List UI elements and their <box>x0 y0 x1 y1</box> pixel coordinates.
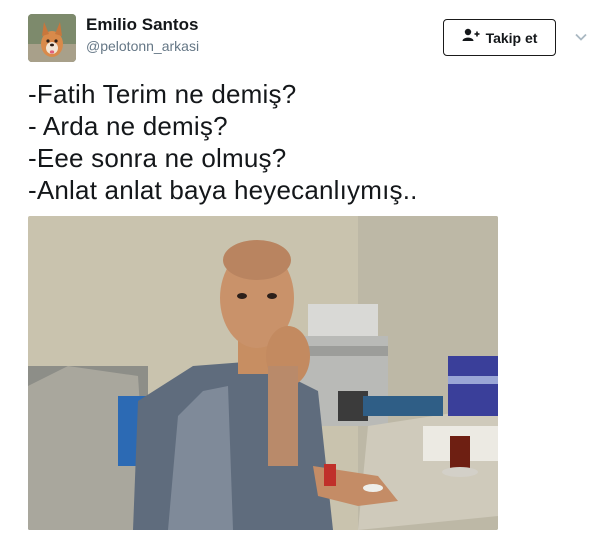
tweet-line: -Fatih Terim ne demiş? <box>28 79 297 109</box>
tweet-line: -Anlat anlat baya heyecanlıymış.. <box>28 175 418 205</box>
tweet-line: -Eee sonra ne olmuş? <box>28 143 287 173</box>
avatar[interactable] <box>28 14 76 62</box>
tweet-text: -Fatih Terim ne demiş? - Arda ne demiş? … <box>28 78 588 206</box>
user-name[interactable]: Emilio Santos <box>86 15 198 35</box>
tweet-line: - Arda ne demiş? <box>28 111 228 141</box>
follow-button[interactable]: Takip et <box>443 19 556 56</box>
follow-label: Takip et <box>485 29 538 46</box>
add-user-icon <box>462 28 480 47</box>
chevron-down-icon[interactable] <box>574 30 588 44</box>
user-handle[interactable]: @pelotonn_arkasi <box>86 38 199 54</box>
tweet-photo[interactable] <box>28 216 498 530</box>
